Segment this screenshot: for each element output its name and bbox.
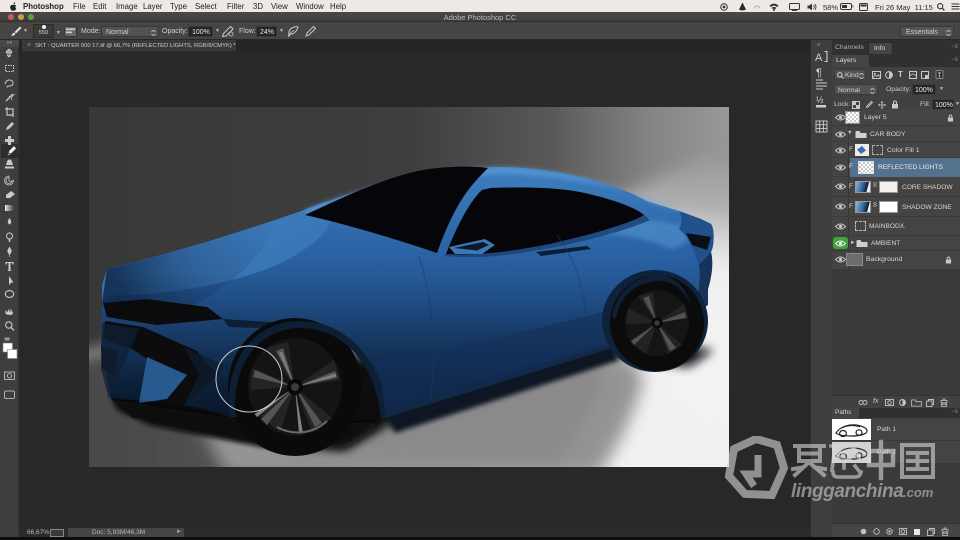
svg-text:¶: ¶ [816, 67, 822, 79]
svg-text:lingganchina: lingganchina [791, 481, 904, 502]
svg-text:A: A [815, 52, 823, 64]
svg-text:.com: .com [903, 485, 934, 500]
svg-text:½: ½ [816, 95, 824, 105]
